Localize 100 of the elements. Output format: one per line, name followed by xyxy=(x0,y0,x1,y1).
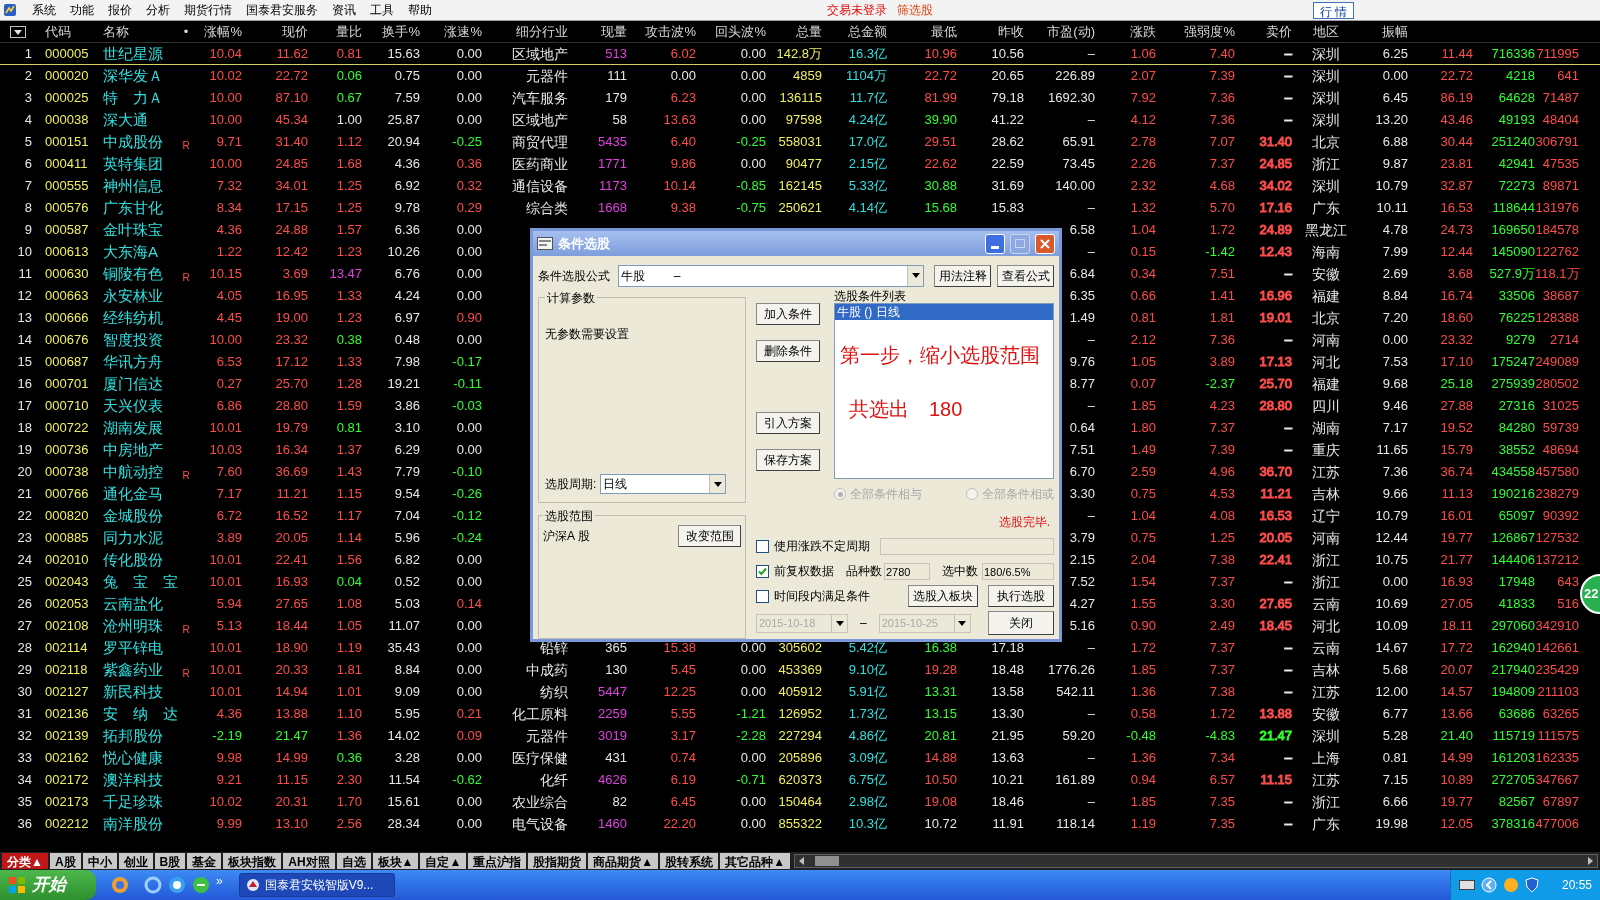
menu-item[interactable]: 报价 xyxy=(101,1,139,19)
table-cell: 深华发Ａ xyxy=(103,66,163,84)
column-header[interactable]: 总金额 xyxy=(848,23,887,39)
keyboard-icon[interactable] xyxy=(1459,880,1475,890)
market-tab[interactable]: 板块指数 xyxy=(223,853,282,869)
column-header[interactable]: 现价 xyxy=(282,23,308,39)
selected-count-field[interactable]: 180/6.5% xyxy=(982,562,1054,580)
table-cell: 世纪星源 xyxy=(103,44,163,62)
column-header[interactable]: 攻击波% xyxy=(645,23,696,39)
column-header[interactable]: 最低 xyxy=(931,23,957,39)
column-header[interactable]: 总量 xyxy=(796,23,822,39)
chevron-left-icon[interactable] xyxy=(1481,877,1497,893)
market-tab[interactable]: 自选 xyxy=(336,853,371,869)
column-header[interactable]: 涨速% xyxy=(444,23,482,39)
period-field[interactable] xyxy=(880,537,1054,555)
market-tab[interactable]: B股 xyxy=(154,853,186,869)
taskbar-task[interactable]: 国泰君安锐智版V9... xyxy=(238,873,395,897)
column-header[interactable]: 名称 xyxy=(103,23,129,39)
dialog-button[interactable]: 用法注释 xyxy=(934,264,991,287)
table-cell: 7.37 xyxy=(1209,156,1235,172)
menu-item[interactable]: 国泰君安服务 xyxy=(239,1,325,19)
column-header[interactable]: 涨幅% xyxy=(204,23,242,39)
column-header[interactable]: • xyxy=(183,23,189,39)
table-cell: 47535 xyxy=(1542,156,1579,172)
scroll-thumb[interactable] xyxy=(815,856,840,866)
dropdown-button[interactable] xyxy=(709,475,726,493)
column-header[interactable]: 细分行业 xyxy=(516,23,568,39)
column-header[interactable]: 振幅 xyxy=(1382,23,1408,39)
quote-button[interactable]: 行 情 xyxy=(1312,1,1354,19)
table-cell: 150464 xyxy=(778,794,822,810)
table-cell: 0.06 xyxy=(336,68,362,84)
column-header[interactable]: 换手% xyxy=(382,23,420,39)
dialog-button[interactable]: 查看公式 xyxy=(997,264,1054,287)
login-status[interactable]: 交易未登录 xyxy=(827,1,887,19)
market-tab[interactable]: A股 xyxy=(49,853,81,869)
menu-item[interactable]: 工具 xyxy=(363,1,401,19)
checkbox[interactable] xyxy=(756,539,769,553)
column-header[interactable]: 昨收 xyxy=(998,23,1024,39)
market-tab[interactable]: 创业 xyxy=(118,853,153,869)
column-header[interactable]: 市盈(动) xyxy=(1047,23,1095,39)
dialog-button[interactable]: 引入方案 xyxy=(756,412,820,434)
dialog-button[interactable]: 删除条件 xyxy=(756,340,820,362)
column-header[interactable]: 代码 xyxy=(45,23,71,39)
minimize-button[interactable] xyxy=(985,233,1005,254)
table-cell: 1776.26 xyxy=(1048,662,1095,678)
count-field[interactable]: 2780 xyxy=(884,562,930,580)
dropdown-button[interactable] xyxy=(907,265,923,286)
formula-dropdown[interactable]: 牛股 – xyxy=(617,264,924,287)
column-header[interactable]: 回头波% xyxy=(715,23,766,39)
horizontal-scrollbar[interactable] xyxy=(794,854,1598,868)
dialog-button[interactable]: 执行选股 xyxy=(988,585,1054,607)
table-cell: 13.30 xyxy=(991,706,1024,722)
checkbox[interactable] xyxy=(756,589,769,603)
condition-item[interactable]: 牛股 () 日线 xyxy=(835,304,1053,320)
dialog-button[interactable]: 加入条件 xyxy=(756,303,820,325)
column-header[interactable]: 卖价 xyxy=(1266,23,1292,39)
market-tab[interactable]: 自定▲ xyxy=(420,853,467,869)
table-cell: – xyxy=(1284,794,1292,810)
market-tab[interactable]: 股转系统 xyxy=(660,853,719,869)
column-header[interactable]: 涨跌 xyxy=(1130,23,1156,39)
menu-item[interactable]: 分析 xyxy=(139,1,177,19)
table-cell: 8.84 xyxy=(394,662,420,678)
dialog-button[interactable]: 保存方案 xyxy=(756,449,820,471)
market-tab[interactable]: 股指期货 xyxy=(528,853,587,869)
table-cell: 7.59 xyxy=(394,90,420,106)
market-tab[interactable]: 其它品种▲ xyxy=(720,853,791,869)
market-tab[interactable]: 商品期货▲ xyxy=(588,853,659,869)
close-button[interactable] xyxy=(1035,233,1055,254)
mode-label[interactable]: 筛选股 xyxy=(897,1,933,19)
period-dropdown[interactable]: 日线 xyxy=(600,474,727,494)
market-tab[interactable]: 基金 xyxy=(187,853,222,869)
market-tab[interactable]: 重点沪指 xyxy=(468,853,527,869)
table-cell: 10.3亿 xyxy=(848,816,887,832)
table-cell: 10.00 xyxy=(209,112,242,128)
column-header[interactable]: 强弱度% xyxy=(1184,23,1235,39)
dialog-button[interactable]: 改变范围 xyxy=(678,525,741,547)
market-tab[interactable]: 板块▲ xyxy=(372,853,419,869)
more-button[interactable]: » xyxy=(216,872,223,890)
column-header[interactable]: 量比 xyxy=(336,23,362,39)
menu-item[interactable]: 功能 xyxy=(63,1,101,19)
checkbox[interactable] xyxy=(756,564,769,578)
menu-item[interactable]: 期货行情 xyxy=(177,1,239,19)
dropdown-icon[interactable] xyxy=(10,25,26,38)
column-header[interactable]: 地区 xyxy=(1313,23,1339,39)
menu-item[interactable]: 资讯 xyxy=(325,1,363,19)
column-header[interactable]: 现量 xyxy=(601,23,627,39)
table-cell: 1.36 xyxy=(1130,750,1156,766)
dialog-button[interactable]: 选股入板块 xyxy=(908,585,978,607)
shield-icon[interactable] xyxy=(1525,877,1539,893)
menu-item[interactable]: 帮助 xyxy=(401,1,439,19)
market-tab[interactable]: AH对照 xyxy=(283,853,335,869)
market-tab[interactable]: 分类▲ xyxy=(2,853,48,869)
dialog-button[interactable]: 关闭 xyxy=(988,611,1054,635)
market-tab[interactable]: 中小 xyxy=(82,853,117,869)
table-cell: 20.05 xyxy=(1259,530,1292,546)
table-cell: 513 xyxy=(605,46,627,62)
quick-launch-icon[interactable] xyxy=(110,875,130,895)
menu-item[interactable]: 系统 xyxy=(25,1,63,19)
table-cell: 0.00 xyxy=(740,156,766,172)
table-cell: 20.05 xyxy=(275,530,308,546)
